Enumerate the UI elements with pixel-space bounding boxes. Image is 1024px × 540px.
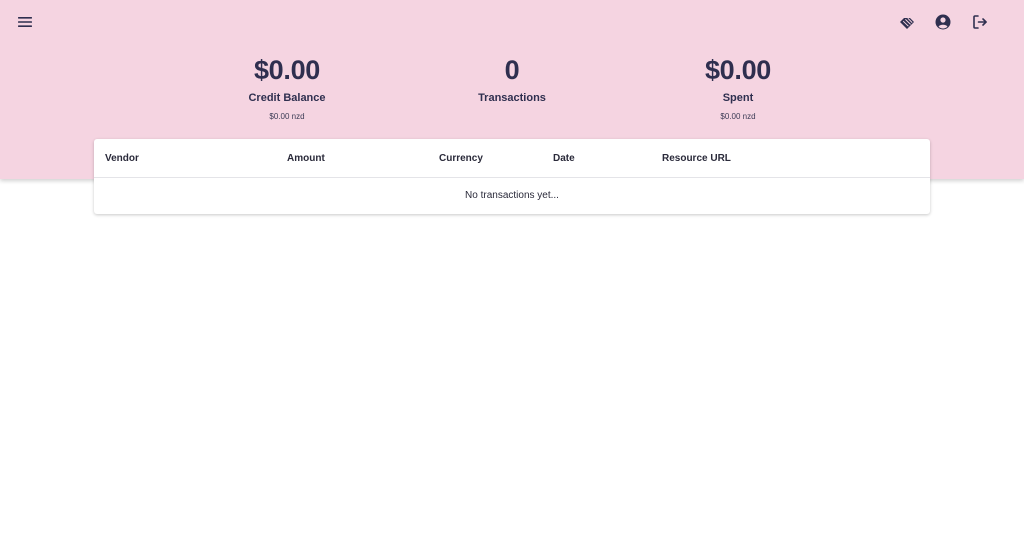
column-header-date[interactable]: Date xyxy=(553,139,575,178)
transactions-table: Vendor Amount Currency Date Resource URL… xyxy=(94,139,930,214)
transactions-label: Transactions xyxy=(478,92,546,104)
spent-label: Spent xyxy=(722,92,754,104)
spent-stat: $0.00 Spent $0.00 nzd xyxy=(638,52,838,123)
column-header-amount[interactable]: Amount xyxy=(287,139,325,178)
spent-value: $0.00 xyxy=(704,55,772,85)
transactions-value: 0 xyxy=(504,55,520,85)
menu-icon[interactable] xyxy=(13,10,37,34)
credit-balance-stat: $0.00 Credit Balance $0.00 nzd xyxy=(187,52,387,123)
credit-balance-label: Credit Balance xyxy=(248,92,326,104)
empty-table-message: No transactions yet... xyxy=(465,190,559,201)
table-header-row: Vendor Amount Currency Date Resource URL xyxy=(94,139,930,178)
column-header-vendor[interactable]: Vendor xyxy=(105,139,139,178)
column-header-resource-url[interactable]: Resource URL xyxy=(662,139,731,178)
transactions-stat: 0 Transactions xyxy=(412,52,612,106)
account-circle-icon[interactable] xyxy=(931,10,955,34)
spent-nzd: $0.00 nzd xyxy=(720,112,756,121)
credit-balance-value: $0.00 xyxy=(253,55,321,85)
diamond-icon[interactable] xyxy=(895,10,919,34)
credit-balance-nzd: $0.00 nzd xyxy=(269,112,305,121)
logout-icon[interactable] xyxy=(968,10,992,34)
column-header-currency[interactable]: Currency xyxy=(439,139,483,178)
